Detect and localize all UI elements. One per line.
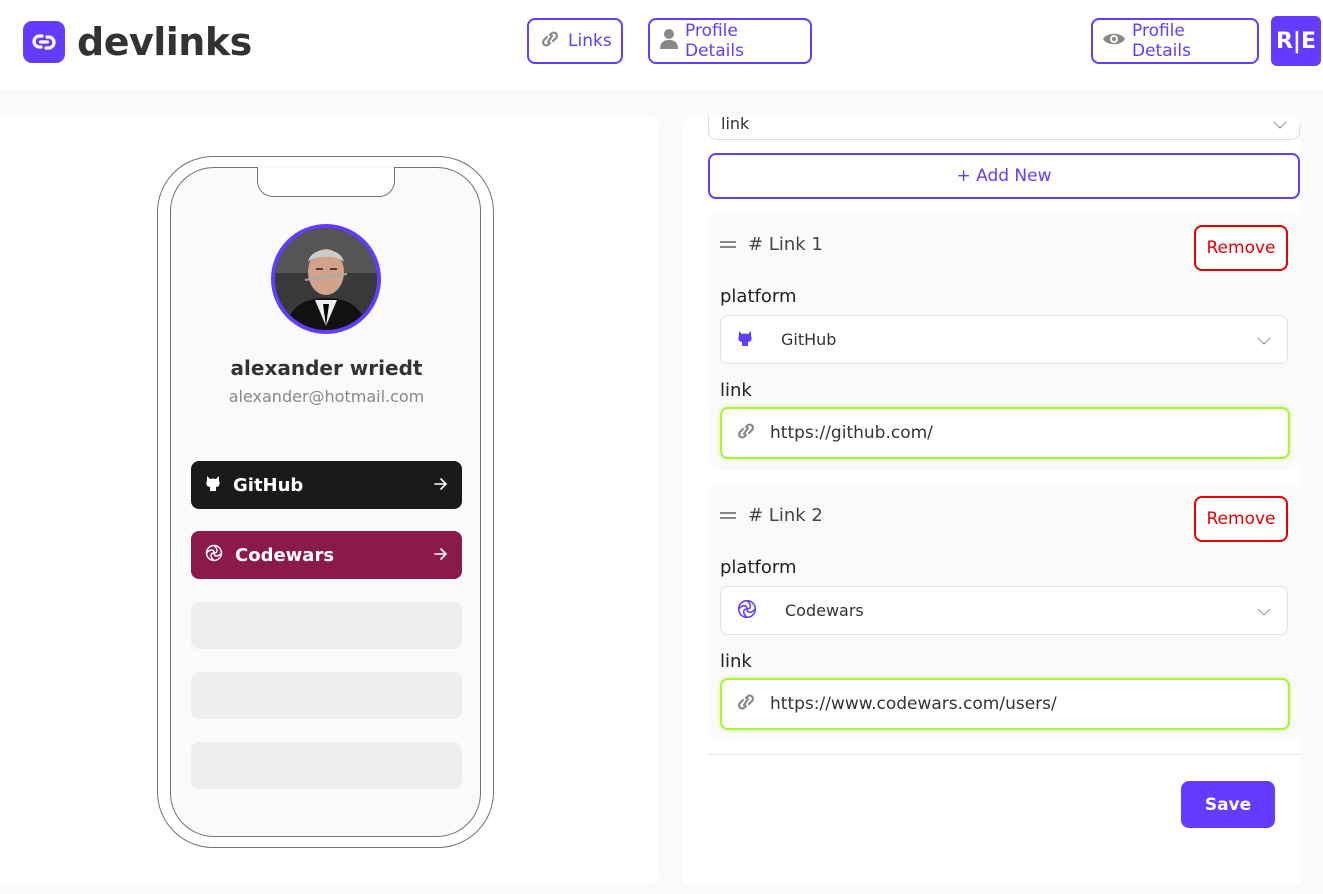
- phone-notch: [257, 166, 395, 197]
- user-avatar[interactable]: R|E: [1271, 16, 1321, 66]
- link-url-input[interactable]: https://github.com/: [720, 407, 1290, 459]
- link-heading: # Link 2: [748, 505, 823, 526]
- divider: [708, 754, 1300, 755]
- preview-button-label: Profile Details: [1132, 21, 1191, 61]
- tab-profile-details[interactable]: Profile Details: [648, 18, 812, 64]
- tab-links-label: Links: [568, 31, 612, 51]
- link-card-header: # Link 2: [720, 505, 823, 526]
- drag-handle-icon[interactable]: [720, 509, 736, 522]
- github-icon: [205, 474, 221, 497]
- drag-handle-icon[interactable]: [720, 238, 736, 251]
- phone-screen: alexander wriedt alexander@hotmail.com G…: [170, 166, 481, 837]
- app-header: devlinks Links Profile Details Profile D…: [0, 0, 1323, 90]
- codewars-icon: [737, 599, 757, 623]
- link-card: # Link 2 Remove platform Codewars link h…: [708, 483, 1300, 741]
- codewars-icon: [205, 544, 223, 567]
- preview-link-label: Codewars: [235, 544, 335, 566]
- chevron-down-icon: [1257, 330, 1271, 349]
- link-icon: [734, 421, 758, 446]
- link-logo-icon: [23, 21, 65, 63]
- link-url-value: https://www.codewars.com/users/: [770, 694, 1057, 714]
- arrow-right-icon: [434, 545, 448, 566]
- phone-preview-panel: alexander wriedt alexander@hotmail.com G…: [0, 116, 658, 884]
- link-label: link: [720, 651, 752, 672]
- platform-label: platform: [720, 557, 797, 578]
- link-label: link: [720, 380, 752, 401]
- links-editor-panel: link + Add New # Link 1 Remove platform …: [683, 116, 1300, 884]
- github-icon: [737, 329, 753, 351]
- platform-select[interactable]: GitHub: [720, 315, 1288, 364]
- platform-select-value: Codewars: [785, 601, 864, 620]
- phone-mockup: alexander wriedt alexander@hotmail.com G…: [157, 156, 494, 848]
- platform-label: platform: [720, 286, 797, 307]
- user-icon: [659, 28, 679, 55]
- empty-link-slot: [191, 672, 462, 719]
- link-type-select[interactable]: link: [708, 116, 1300, 140]
- link-heading: # Link 1: [748, 234, 823, 255]
- link-icon: [538, 29, 562, 54]
- link-url-input[interactable]: https://www.codewars.com/users/: [720, 678, 1290, 730]
- platform-select[interactable]: Codewars: [720, 586, 1288, 635]
- add-new-link-button[interactable]: + Add New: [708, 153, 1300, 199]
- remove-link-button[interactable]: Remove: [1194, 496, 1288, 542]
- save-button[interactable]: Save: [1181, 781, 1275, 828]
- profile-email: alexander@hotmail.com: [228, 387, 425, 406]
- arrow-right-icon: [434, 475, 448, 496]
- empty-link-slot: [191, 602, 462, 649]
- chevron-down-icon: [1273, 116, 1287, 133]
- eye-icon: [1102, 30, 1126, 53]
- tab-links[interactable]: Links: [527, 18, 623, 64]
- link-url-value: https://github.com/: [770, 423, 933, 443]
- preview-button[interactable]: Profile Details: [1091, 18, 1259, 64]
- profile-name: alexander wriedt: [230, 356, 423, 380]
- brand-name: devlinks: [77, 20, 252, 64]
- link-card-header: # Link 1: [720, 234, 823, 255]
- link-card: # Link 1 Remove platform GitHub link htt…: [708, 212, 1300, 470]
- chevron-down-icon: [1257, 601, 1271, 620]
- platform-select-value: GitHub: [781, 330, 837, 349]
- profile-photo: [271, 224, 381, 334]
- link-type-select-value: link: [721, 116, 750, 133]
- remove-link-button[interactable]: Remove: [1194, 225, 1288, 271]
- preview-link-github[interactable]: GitHub: [191, 461, 462, 509]
- tab-profile-label: Profile Details: [685, 21, 744, 61]
- preview-link-codewars[interactable]: Codewars: [191, 531, 462, 579]
- link-icon: [734, 692, 758, 717]
- preview-link-label: GitHub: [233, 474, 304, 496]
- logo[interactable]: devlinks: [23, 20, 252, 64]
- empty-link-slot: [191, 742, 462, 789]
